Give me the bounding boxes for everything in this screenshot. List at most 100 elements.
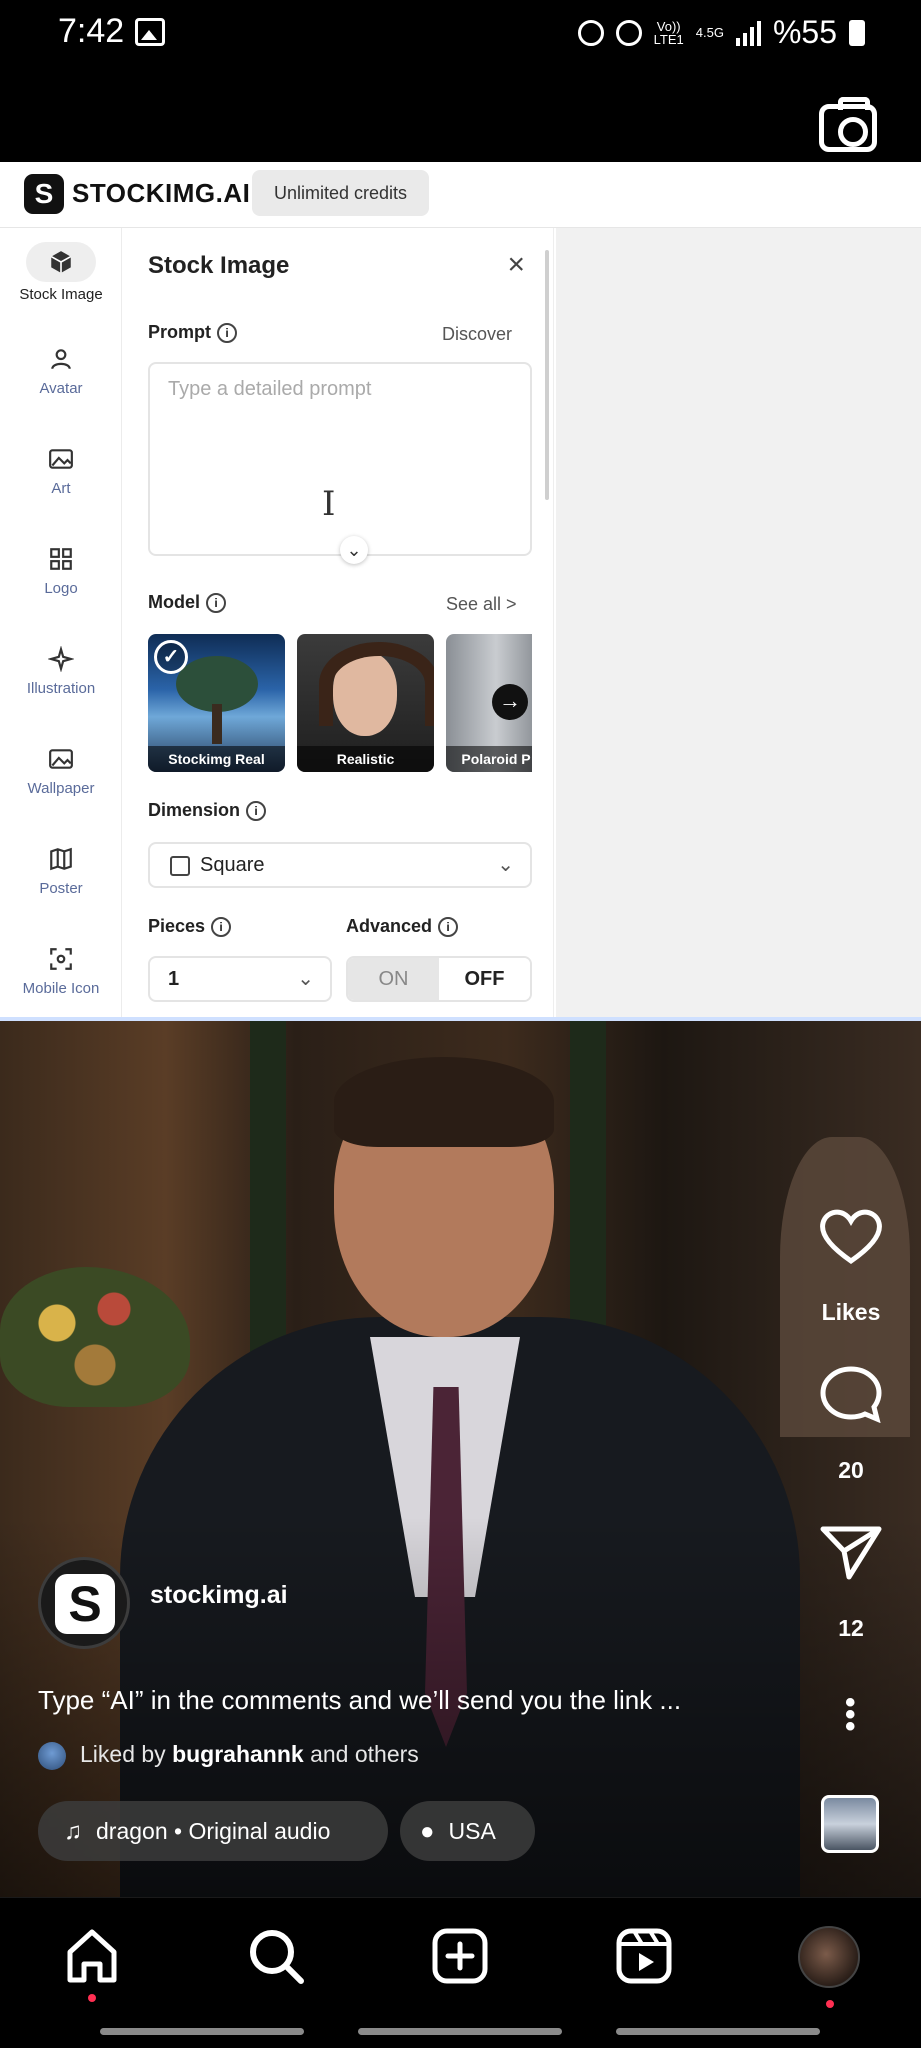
status-bar: 7:42 Vo)) LTE1 4.5G %55 [0, 0, 921, 64]
avatar[interactable]: S [38, 1557, 130, 1649]
square-icon [170, 856, 190, 876]
sidebar-item-label: Illustration [26, 680, 96, 697]
sidebar-item-poster[interactable]: Poster [0, 846, 122, 897]
home-icon[interactable] [62, 1926, 122, 1986]
info-icon[interactable]: i [217, 323, 237, 344]
avatar [798, 1926, 860, 1988]
credits-badge[interactable]: Unlimited credits [252, 170, 430, 216]
model-label-row: Model i [148, 592, 226, 614]
liked-suffix: and others [310, 1741, 419, 1767]
audio-label: dragon • Original audio [96, 1818, 331, 1844]
sidebar-item-mobile-icon[interactable]: Mobile Icon [0, 946, 122, 997]
heart-icon[interactable] [819, 1207, 883, 1265]
battery-percent: %55 [772, 14, 837, 50]
see-all-link[interactable]: See all > [446, 594, 517, 615]
info-icon[interactable]: i [206, 593, 226, 614]
stock-image-panel: Stock Image × Prompt i Discover Type a de… [122, 228, 554, 1017]
location-label: USA [448, 1818, 496, 1844]
model-caption: Stockimg Real [148, 746, 285, 772]
model-caption: Realistic [297, 746, 434, 772]
app-header: S STOCKIMG.AI Unlimited credits [0, 162, 921, 228]
likes-label: Likes [821, 1299, 881, 1325]
profile-notification-dot [826, 2000, 834, 2008]
close-icon[interactable]: × [507, 248, 525, 282]
reels-icon[interactable] [614, 1926, 674, 1986]
model-card-realistic[interactable]: Realistic [297, 634, 434, 772]
comment-icon[interactable] [819, 1365, 883, 1423]
reel-caption[interactable]: Type “AI” in the comments and we’ll send… [38, 1685, 681, 1716]
sidebar-item-logo[interactable]: Logo [0, 546, 122, 597]
send-icon[interactable] [819, 1523, 883, 1581]
prompt-input[interactable]: Type a detailed prompt I ⌄ [148, 362, 532, 564]
more-options-icon[interactable]: • • • [845, 1688, 856, 1742]
cube-icon [50, 251, 72, 273]
liked-by-row[interactable]: Liked by bugrahannk and others [38, 1741, 419, 1770]
model-label: Model [148, 592, 200, 612]
audio-pill[interactable]: ♫ dragon • Original audio [38, 1801, 388, 1861]
search-icon[interactable] [246, 1926, 306, 1986]
tool-sidebar: Stock Image Avatar Art Logo Illustration… [0, 228, 122, 1017]
reels-top-bar [0, 64, 921, 162]
person-hair [334, 1057, 554, 1147]
sidebar-item-illustration[interactable]: Illustration [0, 646, 122, 697]
dimension-label-row: Dimension i [148, 800, 267, 822]
panel-title: Stock Image [148, 252, 290, 279]
location-pin-icon: ● [420, 1818, 435, 1845]
location-pill[interactable]: ● USA [400, 1801, 535, 1861]
info-icon[interactable]: i [246, 801, 267, 822]
gallery-notification-icon [135, 18, 165, 46]
text-cursor-icon: I [322, 484, 336, 524]
volte-indicator: Vo)) LTE1 [654, 20, 684, 46]
network-gen-label: 4.5G [695, 25, 724, 40]
check-icon: ✓ [154, 640, 188, 674]
app-icon [50, 948, 72, 970]
create-icon[interactable] [430, 1926, 490, 1986]
sidebar-item-label: Logo [44, 580, 78, 597]
prompt-label-row: Prompt i [148, 322, 237, 344]
dimension-label: Dimension [148, 800, 241, 820]
sidebar-item-label: Art [51, 480, 71, 497]
chevron-down-icon: ⌄ [497, 854, 514, 876]
account-name[interactable]: stockimg.ai [150, 1581, 288, 1610]
info-icon[interactable]: i [438, 917, 459, 938]
comments-count: 20 [838, 1457, 864, 1483]
sidebar-item-art[interactable]: Art [0, 446, 122, 497]
sparkle-icon [48, 646, 74, 672]
chevron-down-icon[interactable]: ⌄ [340, 536, 368, 564]
panel-scrollbar[interactable] [545, 250, 549, 500]
audio-thumbnail[interactable] [821, 1795, 879, 1853]
reel-video[interactable]: S stockimg.ai Type “AI” in the comments … [0, 1017, 921, 1897]
camera-icon[interactable] [819, 97, 877, 152]
pieces-label: Pieces [148, 916, 206, 936]
advanced-toggle[interactable]: ON OFF [346, 956, 532, 1002]
reel-actions: Likes 20 12 • • • [781, 1017, 921, 1897]
model-card-stockimg-real[interactable]: ✓ Stockimg Real [148, 634, 285, 772]
gesture-bar [100, 2028, 304, 2035]
sidebar-item-stock-image[interactable]: Stock Image [0, 242, 122, 303]
flowers-image [0, 1267, 190, 1407]
arrow-right-icon[interactable]: → [492, 684, 528, 720]
dimension-select[interactable]: Square ⌄ [148, 842, 532, 888]
info-icon[interactable]: i [211, 917, 232, 938]
status-indicators: Vo)) LTE1 4.5G %55 [577, 14, 865, 51]
signal-icon [735, 20, 761, 46]
model-carousel: ✓ Stockimg Real Realistic Polaroid P → [148, 634, 532, 774]
stockimg-screenshot: S STOCKIMG.AI Unlimited credits Stock Im… [0, 162, 921, 1017]
advanced-label-row: Advanced i [346, 916, 459, 938]
gesture-bar [358, 2028, 562, 2035]
toggle-on-option[interactable]: ON [348, 958, 439, 1000]
toggle-off-option[interactable]: OFF [439, 958, 530, 1000]
pieces-select[interactable]: 1 ⌄ [148, 956, 332, 1002]
image-icon [49, 749, 73, 769]
sidebar-item-label: Wallpaper [27, 780, 95, 797]
profile-tab[interactable] [798, 1926, 860, 1988]
sidebar-item-avatar[interactable]: Avatar [0, 346, 122, 397]
model-caption: Polaroid P [446, 746, 532, 772]
dimension-value: Square [200, 854, 265, 876]
discover-link[interactable]: Discover [442, 324, 512, 345]
sidebar-item-label: Avatar [39, 380, 83, 397]
sidebar-item-label: Mobile Icon [22, 980, 100, 997]
sidebar-item-wallpaper[interactable]: Wallpaper [0, 746, 122, 797]
alarm-icon [615, 19, 642, 46]
liked-user[interactable]: bugrahannk [172, 1741, 304, 1767]
